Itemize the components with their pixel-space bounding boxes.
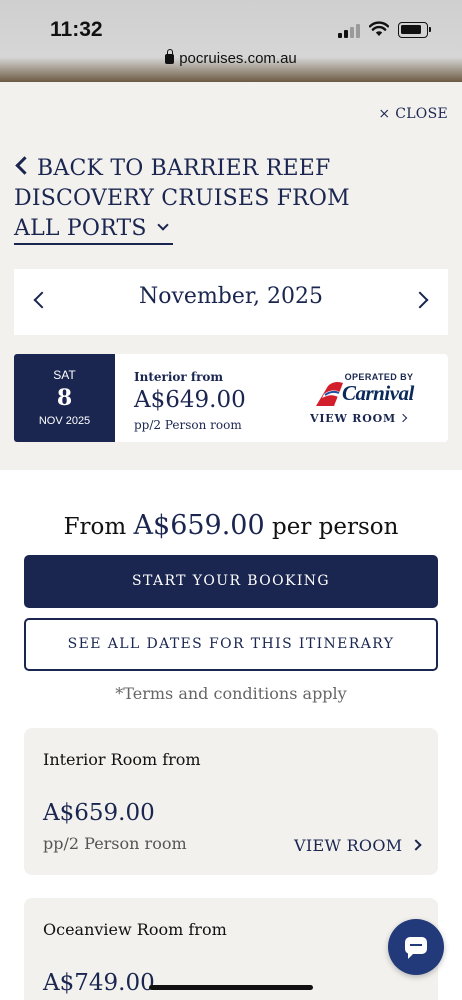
date-panel: × CLOSE BACK TO BARRIER REEF DISCOVERY C… [0,82,462,470]
status-bar: 11:32 pocruises.com.au [0,0,462,82]
chevron-down-icon [157,219,169,231]
room-price: A$659.00 [43,800,155,826]
sailing-label: Interior from [134,370,224,384]
month-selector: November, 2025 [14,269,448,335]
from-text: From [63,514,127,540]
sailing-day: 8 [56,385,73,411]
carnival-funnel-icon [316,382,343,406]
view-room-link[interactable]: VIEW ROOM [294,836,423,855]
from-price: From A$659.00 per person [0,510,462,541]
sailing-sub: pp/2 Person room [134,418,242,432]
start-booking-button[interactable]: START YOUR BOOKING [24,555,438,608]
sailing-view-room-link[interactable]: VIEW ROOM [310,412,408,425]
close-button[interactable]: × CLOSE [378,106,448,122]
sailing-card[interactable]: SAT 8 NOV 2025 Interior from A$649.00 pp… [14,354,448,442]
terms-note: *Terms and conditions apply [115,684,347,703]
room-title: Interior Room from [43,750,201,769]
signal-icon [338,24,362,38]
url-text: pocruises.com.au [179,50,297,67]
chat-bubble-icon [405,937,427,959]
chat-button[interactable] [388,919,444,975]
back-line-1: BACK TO BARRIER REEF [37,156,331,181]
back-link[interactable]: BACK TO BARRIER REEF DISCOVERY CRUISES F… [14,154,354,245]
chevron-right-icon [398,413,408,423]
wifi-icon [369,21,389,36]
home-indicator[interactable] [149,985,313,990]
sailing-price: A$649.00 [134,387,246,413]
ports-dropdown[interactable]: ALL PORTS [14,216,173,245]
see-all-dates-button[interactable]: SEE ALL DATES FOR THIS ITINERARY [24,618,438,671]
carnival-logo: Carnival [314,380,444,408]
lock-icon [165,49,175,64]
operator-name: Carnival [342,381,414,405]
sailing-month-year: NOV 2025 [38,415,91,427]
view-room-label: VIEW ROOM [294,836,403,855]
room-sub: pp/2 Person room [43,834,187,853]
room-title: Oceanview Room from [43,920,227,939]
back-line-2: DISCOVERY CRUISES FROM [14,186,350,211]
chevron-left-icon [15,156,34,175]
room-price: A$749.00 [43,970,155,996]
clock: 11:32 [50,18,103,41]
from-amount: A$659.00 [133,510,265,541]
address-bar[interactable]: pocruises.com.au [0,49,462,67]
month-label: November, 2025 [139,284,323,309]
chevron-right-icon [410,839,423,851]
sailing-view-room-label: VIEW ROOM [310,412,396,425]
ports-label: ALL PORTS [14,216,147,241]
sailing-day-of-week: SAT [53,368,76,382]
per-person-text: per person [271,514,399,540]
battery-icon [398,22,431,38]
room-card-interior: Interior Room from A$659.00 pp/2 Person … [24,728,438,875]
sailing-date: SAT 8 NOV 2025 [14,354,115,442]
